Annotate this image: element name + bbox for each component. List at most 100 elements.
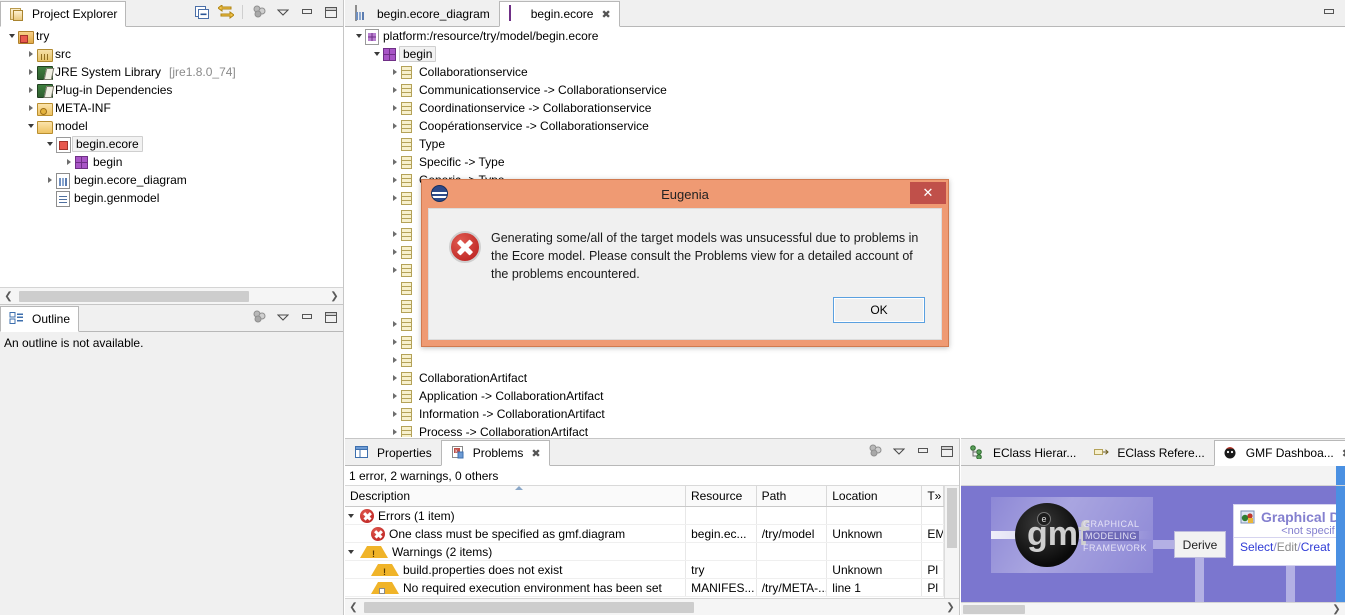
minimize-icon[interactable] bbox=[299, 4, 315, 20]
expand-arrow-open-icon[interactable] bbox=[25, 117, 36, 135]
maximize-icon[interactable] bbox=[323, 309, 339, 325]
tree-row[interactable]: Coordinationservice -> Collaborationserv… bbox=[345, 99, 1345, 117]
expand-arrow-open-icon[interactable] bbox=[353, 27, 364, 45]
expand-arrow-closed-icon[interactable] bbox=[389, 225, 400, 243]
tab-properties[interactable]: Properties bbox=[345, 439, 441, 465]
tab-outline[interactable]: Outline bbox=[0, 306, 80, 332]
problems-column-header[interactable]: Location bbox=[827, 486, 923, 506]
tree-row[interactable] bbox=[345, 351, 1345, 369]
expand-arrow-closed-icon[interactable] bbox=[389, 423, 400, 437]
hscroll-thumb[interactable] bbox=[963, 604, 1025, 614]
expand-arrow-closed-icon[interactable] bbox=[389, 333, 400, 351]
problems-table[interactable]: Description Resource Path Location T» Errors… bbox=[345, 486, 944, 598]
derive-button[interactable]: Derive bbox=[1174, 531, 1226, 558]
problems-column-header[interactable]: T» bbox=[922, 486, 944, 506]
tree-row[interactable]: src bbox=[0, 45, 343, 63]
expand-arrow-open-icon[interactable] bbox=[44, 135, 55, 153]
tab-begin-ecore[interactable]: begin.ecore ✖ bbox=[498, 1, 620, 27]
project-explorer-hscrollbar[interactable]: ❮ ❯ bbox=[0, 287, 343, 304]
collapse-all-icon[interactable] bbox=[194, 4, 210, 20]
link-create[interactable]: Creat bbox=[1301, 540, 1330, 554]
expand-arrow-closed-icon[interactable] bbox=[389, 81, 400, 99]
gmf-canvas-wrap[interactable]: gmf e GRAPHICAL MODELING FRAMEWORK Deriv… bbox=[961, 486, 1345, 603]
tree-row[interactable]: try bbox=[0, 27, 343, 45]
tree-row[interactable]: JRE System Library [jre1.8.0_74] bbox=[0, 63, 343, 81]
tree-row[interactable]: META-INF bbox=[0, 99, 343, 117]
graphical-definition-box[interactable]: Graphical D <not specif Select/Edit/Crea… bbox=[1233, 504, 1345, 566]
tab-project-explorer[interactable]: Project Explorer bbox=[0, 1, 127, 27]
expand-arrow-closed-icon[interactable] bbox=[44, 171, 55, 189]
close-icon[interactable]: ✖ bbox=[601, 8, 610, 21]
tab-eclass-hierarchy[interactable]: EClass Hierar... bbox=[961, 439, 1085, 465]
minimize-icon[interactable] bbox=[1321, 4, 1337, 20]
link-with-editor-icon[interactable] bbox=[218, 4, 234, 20]
tree-row[interactable]: Information -> CollaborationArtifact bbox=[345, 405, 1345, 423]
problems-vscrollbar[interactable] bbox=[944, 486, 959, 598]
expand-arrow-closed-icon[interactable] bbox=[389, 153, 400, 171]
expand-arrow-closed-icon[interactable] bbox=[389, 63, 400, 81]
view-menu-dots-icon[interactable] bbox=[251, 309, 267, 325]
view-menu-icon[interactable] bbox=[275, 4, 291, 20]
expand-arrow-closed-icon[interactable] bbox=[389, 189, 400, 207]
scroll-right-icon[interactable]: ❯ bbox=[326, 288, 343, 304]
tree-row[interactable]: begin.ecore_diagram bbox=[0, 171, 343, 189]
table-row[interactable]: build.properties does not exist try Unknow… bbox=[345, 561, 944, 579]
expand-arrow-closed-icon[interactable] bbox=[389, 243, 400, 261]
tree-row[interactable]: CollaborationArtifact bbox=[345, 369, 1345, 387]
dialog-titlebar[interactable]: Eugenia ✕ bbox=[422, 180, 948, 208]
tree-row[interactable]: begin.genmodel bbox=[0, 189, 343, 207]
view-menu-icon[interactable] bbox=[891, 443, 907, 459]
minimize-icon[interactable] bbox=[299, 309, 315, 325]
view-menu-dots-icon[interactable] bbox=[867, 443, 883, 459]
tree-row[interactable]: platform:/resource/try/model/begin.ecore bbox=[345, 27, 1345, 45]
expand-arrow-closed-icon[interactable] bbox=[389, 369, 400, 387]
gmf-hscrollbar[interactable]: ❯ bbox=[961, 602, 1345, 615]
link-edit[interactable]: Edit bbox=[1277, 540, 1298, 554]
expand-arrow-open-icon[interactable] bbox=[345, 543, 356, 560]
close-icon[interactable]: ✖ bbox=[531, 447, 540, 460]
hscroll-thumb[interactable] bbox=[19, 290, 249, 302]
gmf-dashboard-canvas[interactable]: gmf e GRAPHICAL MODELING FRAMEWORK Deriv… bbox=[961, 486, 1345, 603]
expand-arrow-closed-icon[interactable] bbox=[25, 63, 36, 81]
tree-row[interactable]: Collaborationservice bbox=[345, 63, 1345, 81]
close-icon[interactable]: ✕ bbox=[910, 182, 946, 204]
expand-arrow-closed-icon[interactable] bbox=[389, 315, 400, 333]
expand-arrow-closed-icon[interactable] bbox=[389, 99, 400, 117]
minimize-icon[interactable] bbox=[915, 443, 931, 459]
table-row[interactable]: Warnings (2 items) bbox=[345, 543, 944, 561]
expand-arrow-open-icon[interactable] bbox=[345, 507, 356, 524]
tree-row[interactable]: Specific -> Type bbox=[345, 153, 1345, 171]
maximize-icon[interactable] bbox=[323, 4, 339, 20]
scroll-right-icon[interactable]: ❯ bbox=[1328, 603, 1345, 615]
expand-arrow-open-icon[interactable] bbox=[371, 45, 382, 63]
view-menu-dots-icon[interactable] bbox=[251, 4, 267, 20]
problems-column-header[interactable]: Description bbox=[345, 486, 686, 506]
expand-arrow-closed-icon[interactable] bbox=[389, 171, 400, 189]
tab-problems[interactable]: x Problems ✖ bbox=[440, 440, 550, 466]
ok-button[interactable]: OK bbox=[833, 297, 925, 323]
expand-arrow-closed-icon[interactable] bbox=[25, 99, 36, 117]
expand-arrow-closed-icon[interactable] bbox=[25, 81, 36, 99]
vscroll-thumb[interactable] bbox=[947, 488, 957, 548]
tree-row[interactable]: Type bbox=[345, 135, 1345, 153]
scroll-left-icon[interactable]: ❮ bbox=[0, 288, 17, 304]
expand-arrow-closed-icon[interactable] bbox=[389, 405, 400, 423]
tree-row[interactable]: Process -> CollaborationArtifact bbox=[345, 423, 1345, 437]
problems-hscrollbar[interactable]: ❮ ❯ bbox=[345, 598, 959, 615]
table-row[interactable]: One class must be specified as gmf.diagr… bbox=[345, 525, 944, 543]
expand-arrow-closed-icon[interactable] bbox=[63, 153, 74, 171]
expand-arrow-open-icon[interactable] bbox=[6, 27, 17, 45]
tree-row[interactable]: Coopérationservice -> Collaborationservi… bbox=[345, 117, 1345, 135]
expand-arrow-closed-icon[interactable] bbox=[389, 261, 400, 279]
expand-arrow-closed-icon[interactable] bbox=[25, 45, 36, 63]
expand-arrow-closed-icon[interactable] bbox=[389, 387, 400, 405]
tree-row[interactable]: begin bbox=[0, 153, 343, 171]
tab-gmf-dashboard[interactable]: GMF Dashboa... ✖ bbox=[1213, 440, 1345, 466]
problems-column-header[interactable]: Path bbox=[757, 486, 828, 506]
tree-row[interactable]: Communicationservice -> Collaborationser… bbox=[345, 81, 1345, 99]
maximize-icon[interactable] bbox=[939, 443, 955, 459]
tree-row[interactable]: Plug-in Dependencies bbox=[0, 81, 343, 99]
tree-row[interactable]: begin bbox=[345, 45, 1345, 63]
expand-arrow-closed-icon[interactable] bbox=[389, 351, 400, 369]
hscroll-thumb[interactable] bbox=[364, 601, 694, 613]
